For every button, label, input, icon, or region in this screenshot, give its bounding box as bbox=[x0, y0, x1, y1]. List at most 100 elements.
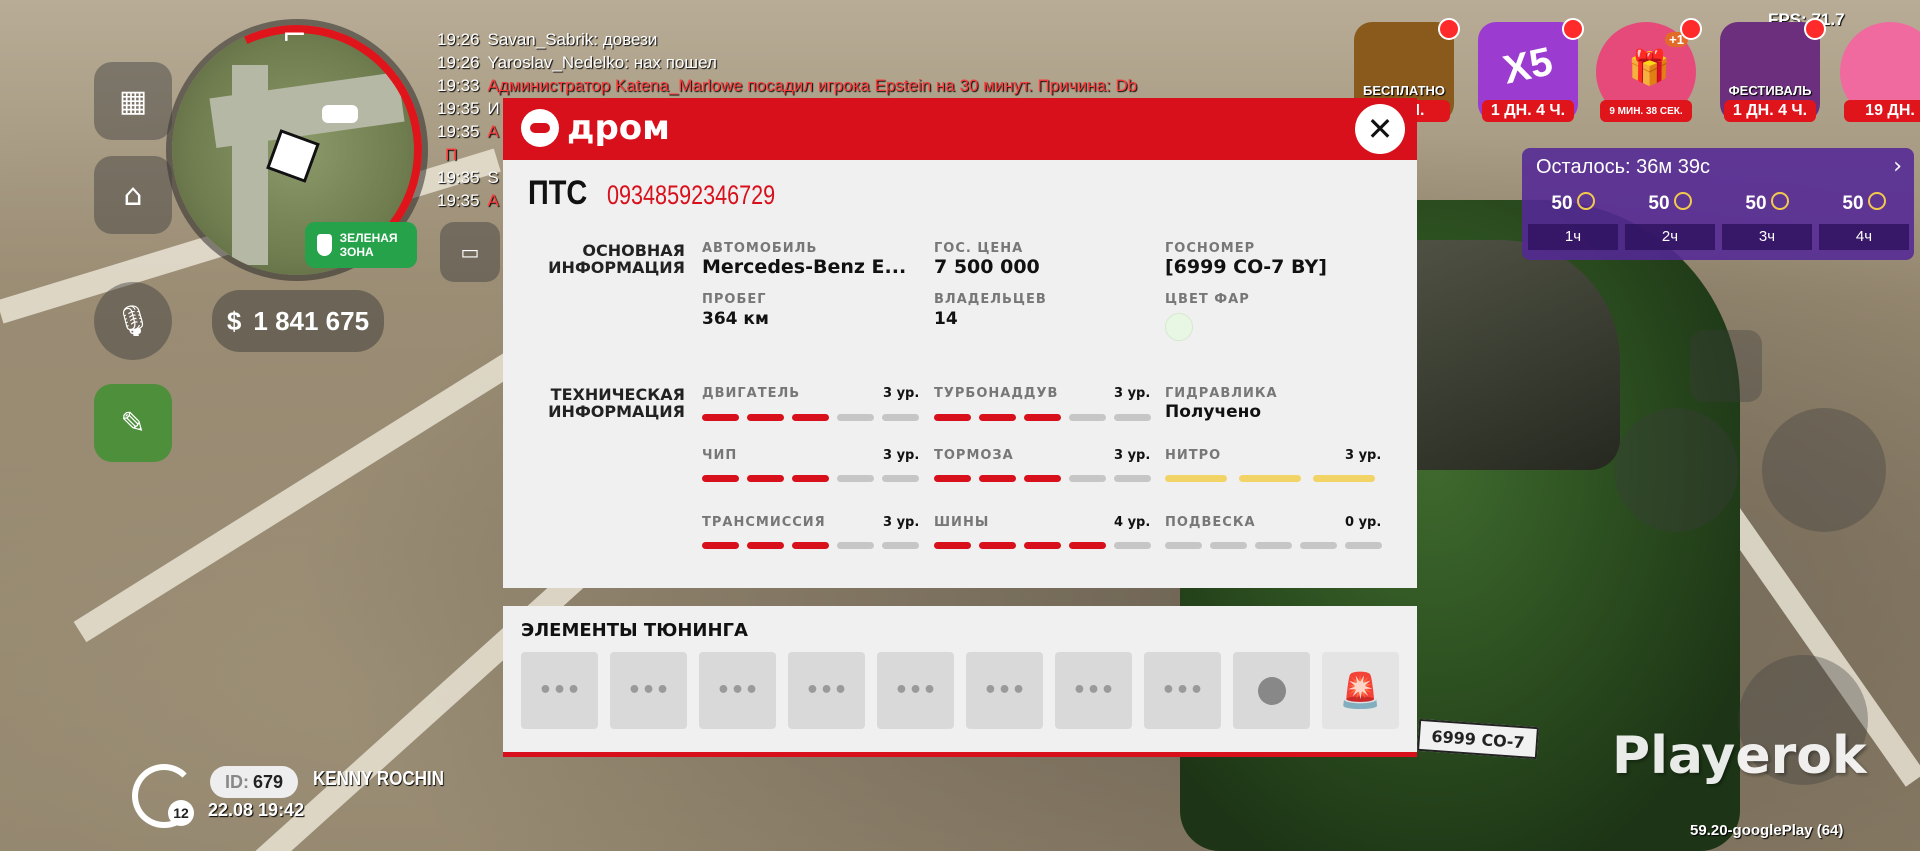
more-icon: ••• bbox=[983, 678, 1026, 703]
reward-hour: 3ч bbox=[1722, 224, 1812, 250]
reward-hour-cell[interactable]: 50 2ч bbox=[1623, 188, 1717, 254]
menu-button[interactable]: ▦ bbox=[94, 62, 172, 140]
mileage-value: 364 км bbox=[702, 309, 769, 329]
tuning-slot-empty[interactable]: ••• bbox=[610, 652, 687, 729]
event-timer: 9 МИН. 38 СЕК. bbox=[1600, 100, 1692, 122]
event-tile[interactable]: +1 🎁 9 МИН. 38 СЕК. bbox=[1596, 18, 1702, 122]
event-tile[interactable]: X5 1 ДН. 4 Ч. bbox=[1478, 18, 1584, 122]
voice-button[interactable]: 🎙 bbox=[94, 282, 172, 360]
level-segment bbox=[1210, 542, 1247, 549]
tuning-slot-empty[interactable]: ••• bbox=[1055, 652, 1132, 729]
owners-value: 14 bbox=[934, 309, 958, 329]
tires-label: ШИНЫ bbox=[934, 515, 990, 530]
plate-value: [6999 СО-7 BY] bbox=[1165, 256, 1327, 278]
timer-title: Осталось: 36м 39с bbox=[1536, 156, 1710, 178]
suspension-bar bbox=[1165, 542, 1382, 549]
pistol-icon: ⌐ bbox=[282, 18, 308, 53]
reward-timer-panel[interactable]: Осталось: 36м 39с › 50 1ч 50 2ч 50 3ч 50 4ч bbox=[1522, 148, 1914, 260]
level-segment bbox=[934, 475, 971, 482]
tech-info-title: ТЕХНИЧЕСКАЯ ИНФОРМАЦИЯ bbox=[548, 385, 685, 421]
headlight-color-swatch bbox=[1165, 313, 1193, 341]
brakes-label: ТОРМОЗА bbox=[934, 448, 1014, 463]
engine-bar bbox=[702, 414, 919, 421]
level-segment bbox=[1239, 475, 1301, 482]
tasks-button[interactable]: ✎ bbox=[94, 384, 172, 462]
doc-label: ПТС bbox=[528, 174, 588, 212]
tuning-slot-empty[interactable]: ••• bbox=[788, 652, 865, 729]
turbo-level: 3 ур. bbox=[1114, 386, 1151, 401]
chat-time: 19:33 bbox=[437, 76, 480, 95]
level-segment bbox=[837, 475, 874, 482]
close-button[interactable]: ✕ bbox=[1355, 104, 1405, 154]
level-segment bbox=[1024, 475, 1061, 482]
reward-hour-cell[interactable]: 50 4ч bbox=[1817, 188, 1911, 254]
chat-time: 19:35 bbox=[437, 191, 480, 210]
safe-zone-badge: ЗЕЛЕНАЯ ЗОНА bbox=[305, 222, 417, 268]
hydraulics-value: Получено bbox=[1165, 402, 1262, 422]
datetime: 22.08 19:42 bbox=[208, 800, 305, 820]
chat-message: 19:26 Savan_Sabrik: довези bbox=[437, 28, 1137, 51]
reward-value: 50 bbox=[1526, 192, 1620, 215]
horn-button[interactable] bbox=[1762, 408, 1886, 532]
turbo-label: ТУРБОНАДДУВ bbox=[934, 386, 1059, 401]
gift-icon: 🎁 bbox=[1628, 48, 1671, 88]
money-display: $ 1 841 675 bbox=[212, 290, 384, 352]
inventory-button[interactable]: ⌂ bbox=[94, 156, 172, 234]
camera-button[interactable] bbox=[1690, 330, 1762, 402]
chevron-right-icon[interactable]: › bbox=[1893, 154, 1902, 179]
owners-label: ВЛАДЕЛЬЦЕВ bbox=[934, 292, 1047, 307]
version: 59.20-googlePlay (64) bbox=[1690, 822, 1844, 839]
event-label: ФЕСТИВАЛЬ bbox=[1728, 83, 1812, 98]
level-segment bbox=[1069, 542, 1106, 549]
engine-label: ДВИГАТЕЛЬ bbox=[702, 386, 801, 401]
chat-text: S bbox=[487, 168, 499, 187]
notification-dot bbox=[1562, 18, 1584, 40]
event-tile[interactable]: ФЕСТИВАЛЬ 1 ДН. 4 Ч. bbox=[1720, 18, 1826, 122]
more-icon: ••• bbox=[805, 678, 848, 703]
chat-button[interactable]: ▭ bbox=[440, 222, 500, 282]
backpack-icon: ⌂ bbox=[123, 177, 143, 213]
reward-hour-cell[interactable]: 50 1ч bbox=[1526, 188, 1620, 254]
tuning-slot-empty[interactable]: ••• bbox=[1144, 652, 1221, 729]
level-segment bbox=[1165, 475, 1227, 482]
player-id: ID: 679 bbox=[210, 766, 298, 798]
close-icon: ✕ bbox=[1366, 110, 1394, 148]
player-name: KENNY ROCHIN bbox=[313, 768, 444, 790]
notification-dot bbox=[1804, 18, 1826, 40]
more-icon: ••• bbox=[1072, 678, 1115, 703]
reward-hour-cell[interactable]: 50 3ч bbox=[1720, 188, 1814, 254]
drom-logo: дром bbox=[521, 108, 670, 148]
microphone-icon: 🎙 bbox=[113, 303, 153, 339]
turbo-bar bbox=[934, 414, 1151, 421]
reward-value: 50 bbox=[1623, 192, 1717, 215]
level-segment bbox=[837, 414, 874, 421]
chat-text: Администратор Katena_Marlowe посадил игр… bbox=[487, 76, 1138, 95]
coin-icon bbox=[1576, 192, 1595, 210]
chat-text: А bbox=[487, 122, 499, 141]
chat-time: 19:35 bbox=[437, 168, 480, 187]
transmission-level: 3 ур. bbox=[883, 515, 920, 530]
level-segment bbox=[1345, 542, 1382, 549]
chat-text: Savan_Sabrik: довези bbox=[487, 30, 658, 49]
tuning-slot-empty[interactable]: ••• bbox=[521, 652, 598, 729]
level-segment bbox=[882, 414, 919, 421]
level-segment bbox=[979, 414, 1016, 421]
reward-value: 50 bbox=[1720, 192, 1814, 215]
tuning-slot-empty[interactable]: ••• bbox=[699, 652, 776, 729]
camera-icon-bg bbox=[1614, 408, 1738, 532]
zone-label: ЗЕЛЕНАЯ ЗОНА bbox=[339, 231, 398, 259]
drom-brand: дром bbox=[567, 108, 670, 148]
tuning-slot-empty[interactable]: ••• bbox=[877, 652, 954, 729]
multiplier-label: X5 bbox=[1499, 39, 1557, 93]
chat-time: 19:35 bbox=[437, 122, 480, 141]
suspension-level: 0 ур. bbox=[1345, 515, 1382, 530]
event-timer: 1 ДН. 4 Ч. bbox=[1724, 100, 1816, 122]
level-segment bbox=[792, 475, 829, 482]
car-value: Mercedes-Benz E... bbox=[702, 256, 907, 278]
tuning-slot-empty[interactable]: ••• bbox=[966, 652, 1043, 729]
coin-icon bbox=[1673, 192, 1692, 210]
tuning-slot-siren[interactable]: 🚨 bbox=[1322, 652, 1399, 729]
brakes-bar bbox=[934, 475, 1151, 482]
level-segment bbox=[934, 414, 971, 421]
tuning-slot-horn[interactable] bbox=[1233, 652, 1310, 729]
